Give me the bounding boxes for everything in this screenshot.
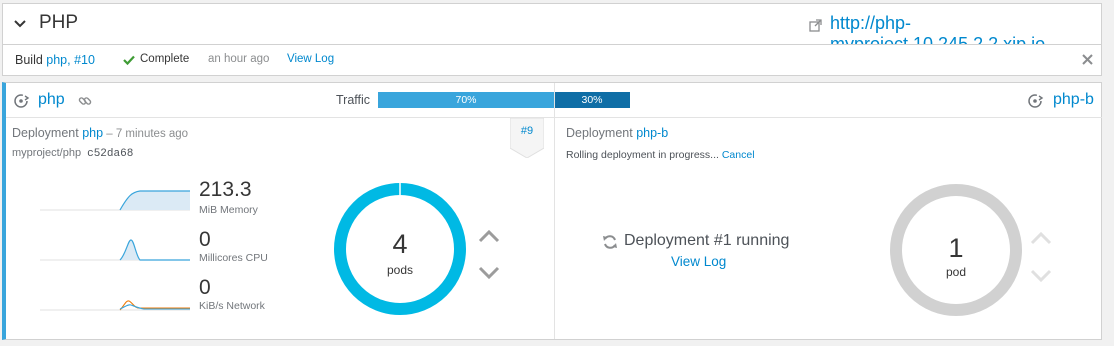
- rolling-progress-text: Rolling deployment in progress...: [566, 149, 722, 161]
- pod-count: 1: [948, 233, 964, 263]
- cancel-deployment-link[interactable]: Cancel: [722, 149, 755, 161]
- build-status-bar: Build php, #10 Complete an hour ago View…: [2, 44, 1102, 76]
- left-deployment-image: myproject/php c52da68: [12, 147, 133, 160]
- right-deployment-prefix: Deployment: [566, 126, 637, 140]
- left-deployment-link[interactable]: php: [82, 126, 103, 140]
- build-view-log-link[interactable]: View Log: [287, 53, 334, 65]
- image-hash: c52da68: [87, 148, 134, 160]
- revision-badge-shape: [510, 118, 544, 158]
- left-deployment-age: – 7 minutes ago: [103, 128, 189, 140]
- deployment-running-text: Deployment #1 running: [624, 232, 790, 249]
- app-header: PHP http://php-myproject.10.245.2.2.xip.…: [2, 3, 1102, 54]
- build-prefix: Build: [15, 53, 47, 67]
- column-divider: [554, 83, 555, 339]
- pod-count: 4: [392, 229, 408, 259]
- deployment-config-link-php[interactable]: php: [38, 91, 65, 109]
- link-icon[interactable]: [78, 94, 92, 108]
- image-name: myproject/php: [12, 147, 82, 159]
- pod-unit: pods: [386, 263, 414, 277]
- traffic-bar-secondary: 30%: [554, 92, 630, 108]
- network-sparkline: [40, 300, 190, 311]
- check-icon: [123, 55, 135, 66]
- chevron-up-icon[interactable]: [1029, 231, 1053, 245]
- right-deployment-link[interactable]: php-b: [636, 126, 668, 140]
- network-label: KiB/s Network: [199, 300, 265, 312]
- deployment-config-icon: [1028, 94, 1044, 108]
- external-link-icon: [809, 19, 822, 32]
- traffic-label: Traffic: [336, 93, 371, 107]
- build-status: Complete: [140, 53, 190, 65]
- network-value: 0: [199, 276, 211, 299]
- memory-sparkline: [40, 190, 190, 211]
- cpu-label: Millicores CPU: [199, 252, 268, 264]
- refresh-icon: [603, 235, 617, 249]
- build-link[interactable]: php, #10: [46, 53, 95, 67]
- deployment-view-log-link[interactable]: View Log: [671, 254, 726, 269]
- chevron-up-icon[interactable]: [477, 229, 501, 243]
- chevron-down-icon[interactable]: [1029, 269, 1053, 283]
- chevron-down-icon[interactable]: [477, 266, 501, 280]
- rolling-progress: Rolling deployment in progress... Cancel: [566, 149, 755, 161]
- pod-unit: pod: [945, 265, 967, 279]
- build-time: an hour ago: [208, 53, 270, 65]
- close-icon[interactable]: [1081, 53, 1094, 66]
- left-deployment-title: Deployment php – 7 minutes ago: [12, 126, 188, 140]
- left-deployment-prefix: Deployment: [12, 126, 83, 140]
- deployment-config-link-php-b[interactable]: php-b: [1053, 91, 1094, 109]
- traffic-bar-primary: 70%: [378, 92, 554, 108]
- cpu-sparkline: [40, 239, 190, 261]
- deployment-config-icon: [14, 94, 30, 108]
- right-deployment-title: Deployment php-b: [566, 126, 668, 140]
- build-label: Build php, #10: [15, 53, 95, 67]
- memory-value: 213.3: [199, 178, 252, 201]
- revision-badge[interactable]: #9: [510, 125, 544, 137]
- chevron-down-icon[interactable]: [11, 15, 29, 33]
- deployment-panel: php Traffic 70% 30% php-b Deployment php…: [2, 82, 1102, 340]
- cpu-value: 0: [199, 228, 211, 251]
- app-title: PHP: [39, 12, 79, 33]
- memory-label: MiB Memory: [199, 204, 258, 216]
